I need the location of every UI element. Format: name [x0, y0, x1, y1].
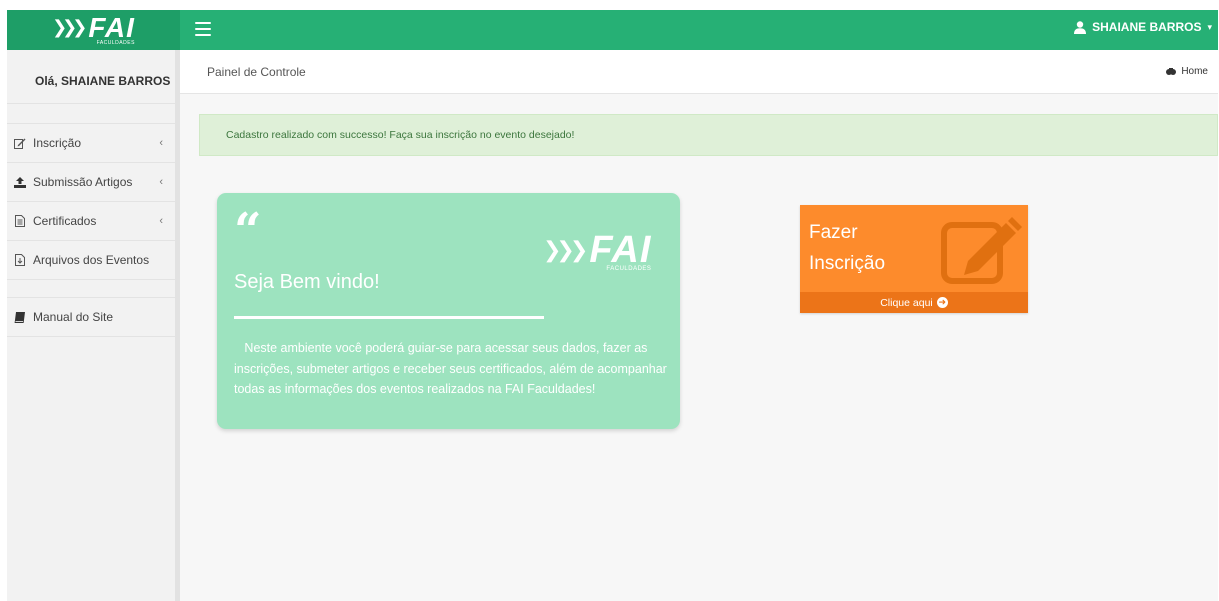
- welcome-title: Seja Bem vindo!: [234, 271, 380, 293]
- card-logo: ❯❯❯ FAI FACULDADES: [543, 229, 652, 272]
- sidebar-item-submissao-artigos[interactable]: Submissão Artigos ‹: [7, 163, 175, 202]
- sidebar-item-arquivos-eventos[interactable]: Arquivos dos Eventos: [7, 241, 175, 280]
- fazer-inscricao-button[interactable]: Fazer Inscrição Clique aqui ➜: [800, 205, 1028, 313]
- chevron-left-icon: ‹: [159, 137, 163, 149]
- sidebar-item-certificados[interactable]: Certificados ‹: [7, 202, 175, 241]
- logo-subtitle: FACULDADES: [96, 39, 135, 46]
- dashboard-icon: [1166, 68, 1177, 75]
- logo-text: FAI: [88, 11, 135, 43]
- welcome-divider: [234, 316, 544, 319]
- logo-text: FAI: [589, 229, 652, 271]
- welcome-card: “ ❯❯❯ FAI FACULDADES Seja Bem vindo! Nes…: [217, 193, 680, 429]
- welcome-description: Neste ambiente você poderá guiar-se para…: [234, 341, 667, 396]
- book-icon: [13, 311, 27, 323]
- sidebar-divider: [7, 280, 175, 298]
- edit-icon: [941, 217, 1022, 284]
- file-download-icon: [13, 254, 27, 266]
- user-menu-dropdown[interactable]: SHAIANE BARROS ▾: [1074, 20, 1212, 34]
- quote-icon: “: [234, 203, 262, 259]
- sidebar-item-label: Submissão Artigos: [33, 175, 133, 189]
- logo-chevrons: ❯❯❯: [52, 17, 87, 37]
- top-navbar: ❯❯❯ FAI FACULDADES SHAIANE BARROS ▾: [7, 10, 1218, 50]
- file-text-icon: [13, 215, 27, 227]
- chevron-left-icon: ‹: [159, 176, 163, 188]
- cta-footer[interactable]: Clique aqui ➜: [800, 292, 1028, 313]
- cta-footer-label: Clique aqui: [880, 296, 933, 309]
- breadcrumb: Painel de Controle Home: [180, 50, 1218, 94]
- user-icon: [1074, 20, 1087, 34]
- sidebar-item-inscricao[interactable]: Inscrição ‹: [7, 124, 175, 163]
- sidebar-item-label: Certificados: [33, 214, 97, 228]
- app-frame: ❯❯❯ FAI FACULDADES SHAIANE BARROS ▾ Olá,…: [7, 10, 1218, 601]
- home-link[interactable]: Home: [1166, 66, 1208, 77]
- sidebar-item-label: Manual do Site: [33, 310, 114, 324]
- alert-message: Cadastro realizado com successo! Faça su…: [226, 129, 575, 141]
- cta-title: Fazer Inscrição: [809, 222, 886, 274]
- sidebar: Olá, SHAIANE BARROS Inscrição ‹ Submissã…: [7, 50, 180, 601]
- caret-down-icon: ▾: [1207, 21, 1212, 32]
- logo-subtitle: FACULDADES: [606, 266, 652, 272]
- edit-icon: [13, 138, 27, 149]
- sidebar-item-label: Arquivos dos Eventos: [33, 253, 150, 267]
- success-alert: Cadastro realizado com successo! Faça su…: [199, 114, 1218, 156]
- logo-chevrons: ❯❯❯: [543, 237, 588, 262]
- sidebar-item-manual-site[interactable]: Manual do Site: [7, 298, 175, 337]
- upload-icon: [13, 176, 27, 188]
- sidebar-divider: [7, 104, 175, 124]
- brand-logo[interactable]: ❯❯❯ FAI FACULDADES: [7, 10, 180, 50]
- user-name: SHAIANE BARROS: [1092, 20, 1202, 34]
- arrow-circle-right-icon: ➜: [936, 297, 948, 308]
- page-title: Painel de Controle: [207, 64, 306, 79]
- user-greeting: Olá, SHAIANE BARROS: [7, 50, 175, 104]
- sidebar-item-label: Inscrição: [33, 136, 82, 150]
- main-content: Painel de Controle Home Cadastro realiza…: [180, 50, 1218, 601]
- hamburger-icon[interactable]: [195, 22, 211, 36]
- chevron-left-icon: ‹: [159, 215, 163, 227]
- home-label: Home: [1181, 66, 1208, 77]
